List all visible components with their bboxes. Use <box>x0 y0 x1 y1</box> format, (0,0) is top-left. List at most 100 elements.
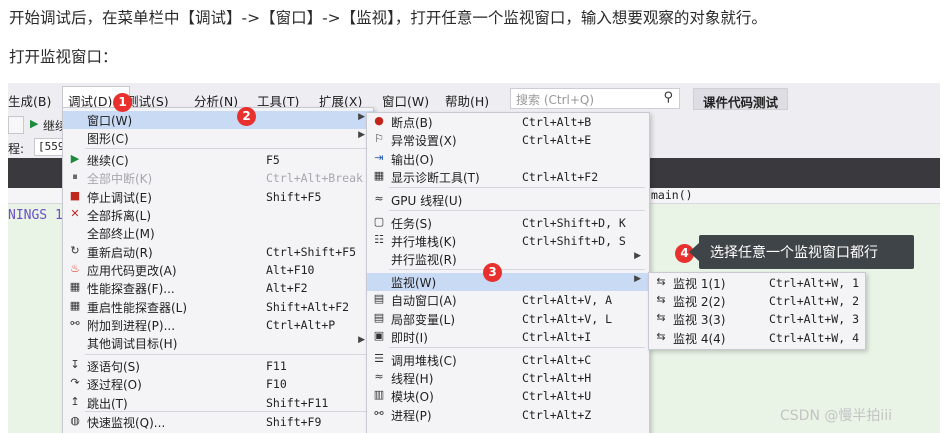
debug-menu-item[interactable]: ■ 停止调试(E) Shift+F5 <box>63 188 373 206</box>
menu-item-icon: ↥ <box>70 395 80 408</box>
menu-item-shortcut: Ctrl+Alt+F2 <box>522 170 599 184</box>
debug-menu-item[interactable]: 图形(C) ▶ <box>63 129 373 147</box>
menu-item-label: 并行监视(R) <box>391 253 457 267</box>
course-code-test-button[interactable]: 课件代码测试 <box>693 88 788 110</box>
window-menu-item[interactable]: ▢ 任务(S) Ctrl+Shift+D, K <box>367 214 649 232</box>
menu-item-shortcut: Shift+F11 <box>266 396 329 410</box>
menu-item-label: 全部终止(M) <box>87 227 155 241</box>
watch-menu-item[interactable]: ⇆ 监视 3(3) Ctrl+Alt+W, 3 <box>649 310 865 328</box>
window-menu-item[interactable]: ≈ GPU 线程(U) <box>367 191 649 209</box>
menu-item-label: 性能探查器(F)... <box>87 282 175 296</box>
debug-menu-item[interactable]: ↷ 逐过程(O) F10 <box>63 375 373 393</box>
window-menu-item[interactable]: ▣ 即时(I) Ctrl+Alt+I <box>367 328 649 346</box>
debug-menu-item[interactable]: 全部终止(M) <box>63 224 373 242</box>
menu-item-shortcut: Ctrl+Shift+F5 <box>266 245 357 259</box>
menu-item-label: 图形(C) <box>87 132 129 146</box>
menu-item-shortcut: Ctrl+Shift+D, S <box>522 234 626 248</box>
callout-tip: 选择任意一个监视窗口都行 <box>699 235 914 269</box>
debug-menu-item[interactable]: ✕ 全部拆离(L) <box>63 206 373 224</box>
debug-menu-item[interactable]: ↻ 重新启动(R) Ctrl+Shift+F5 <box>63 243 373 261</box>
menu-item-icon: ⇆ <box>656 293 666 306</box>
step-badge-1: 1 <box>113 93 132 112</box>
menu-item-label: 跳出(T) <box>87 397 128 411</box>
debug-menu-item[interactable]: ▦ 重启性能探查器(L) Shift+Alt+F2 <box>63 298 373 316</box>
blank-icon <box>372 274 386 288</box>
menu-item-icon: ▦ <box>69 280 81 293</box>
menu-item-label: 显示诊断工具(T) <box>391 171 480 185</box>
menu-item-icon: ▥ <box>373 388 385 401</box>
menu-item-label: 全部中断(K) <box>87 172 153 186</box>
debug-menu-item[interactable]: ⏸ 全部中断(K) Ctrl+Alt+Break <box>63 169 373 187</box>
continue-icon[interactable]: ▶ <box>30 117 38 130</box>
menu-item-label: 局部变量(L) <box>391 313 456 327</box>
window-menu-item[interactable]: ⚐ 异常设置(X) Ctrl+Alt+E <box>367 131 649 149</box>
window-menu-item[interactable]: ▤ 局部变量(L) Ctrl+Alt+V, L <box>367 310 649 328</box>
menu-item-shortcut: Ctrl+Alt+Z <box>522 408 592 422</box>
toolbar-dropdown[interactable] <box>8 116 24 134</box>
window-menu-item[interactable]: ☰ 调用堆栈(C) Ctrl+Alt+C <box>367 351 649 369</box>
submenu-arrow-icon: ▶ <box>358 112 365 122</box>
debug-menu-item[interactable]: ⚯ 附加到进程(P)... Ctrl+Alt+P <box>63 316 373 334</box>
window-submenu: ● 断点(B) Ctrl+Alt+B ⚐ 异常设置(X) Ctrl+Alt+E ⇥ 输出(O)… <box>366 112 650 433</box>
debug-menu-item[interactable]: ♨ 应用代码更改(A) Alt+F10 <box>63 261 373 279</box>
window-menu-item[interactable]: ⇥ 输出(O) <box>367 150 649 168</box>
menu-item-label: 重启性能探查器(L) <box>87 301 188 315</box>
menu-item-icon: ▦ <box>69 299 81 312</box>
menu-item-shortcut: Shift+Alt+F2 <box>266 300 350 314</box>
menu-item-icon: ⚐ <box>374 132 384 145</box>
debug-menu: 窗口(W) ▶ 图形(C) ▶ ▶ 继续(C) F5 ⏸ 全部中断(K) Ctrl+Alt+Bre… <box>62 107 374 433</box>
menu-separator <box>389 347 645 348</box>
menu-item-icon: ↷ <box>70 376 80 389</box>
submenu-arrow-icon: ▶ <box>358 130 365 140</box>
menu-item-label: 即时(I) <box>391 331 428 345</box>
menu-item-shortcut: Ctrl+Alt+V, A <box>522 293 613 307</box>
debug-menu-item[interactable]: 其他调试目标(H) ▶ <box>63 334 373 352</box>
menu-item-shortcut: Alt+F2 <box>266 281 308 295</box>
menu-item-icon: ▤ <box>373 311 385 324</box>
menu-item-icon: ↧ <box>70 358 80 371</box>
window-menu-item[interactable]: ▦ 显示诊断工具(T) Ctrl+Alt+F2 <box>367 168 649 186</box>
menu-item-label: 并行堆栈(K) <box>391 235 457 249</box>
search-placeholder: 搜索 (Ctrl+Q) <box>516 93 595 107</box>
window-menu-item[interactable]: ⚯ 进程(P) Ctrl+Alt+Z <box>367 406 649 424</box>
watch-menu-item[interactable]: ⇆ 监视 4(4) Ctrl+Alt+W, 4 <box>649 329 865 347</box>
window-menu-item[interactable]: 并行监视(R) ▶ <box>367 250 649 268</box>
debug-menu-item[interactable]: ↥ 跳出(T) Shift+F11 <box>63 394 373 412</box>
code-fragment: NINGS 1 <box>8 208 63 223</box>
menu-build[interactable]: 生成(B) <box>8 91 51 110</box>
window-menu-item[interactable]: 监视(W) ▶ <box>367 273 649 291</box>
debug-menu-item[interactable]: ▦ 性能探查器(F)... Alt+F2 <box>63 279 373 297</box>
menu-item-icon: ♨ <box>70 262 80 275</box>
window-menu-item[interactable]: ● 断点(B) Ctrl+Alt+B <box>367 113 649 131</box>
window-menu-item[interactable]: ≈ 线程(H) Ctrl+Alt+H <box>367 369 649 387</box>
menu-item-icon: ≈ <box>374 192 384 205</box>
menu-item-label: 进程(P) <box>391 409 432 423</box>
menu-item-label: 停止调试(E) <box>87 191 152 205</box>
watch-menu-item[interactable]: ⇆ 监视 1(1) Ctrl+Alt+W, 1 <box>649 274 865 292</box>
menu-item-label: 其他调试目标(H) <box>87 337 178 351</box>
menu-item-shortcut: Ctrl+Alt+H <box>522 371 592 385</box>
debug-menu-item[interactable]: ▶ 继续(C) F5 <box>63 151 373 169</box>
window-menu-item[interactable]: ▤ 自动窗口(A) Ctrl+Alt+V, A <box>367 291 649 309</box>
menu-item-icon: ● <box>374 114 384 127</box>
menu-item-icon: ✕ <box>70 207 80 220</box>
menu-item-shortcut: Ctrl+Alt+Break <box>266 171 363 185</box>
subheading: 打开监视窗口： <box>9 48 118 66</box>
window-menu-item[interactable]: ▥ 模块(O) Ctrl+Alt+U <box>367 387 649 405</box>
menu-separator <box>389 187 645 188</box>
intro-text: 开始调试后，在菜单栏中【调试】->【窗口】->【监视】，打开任意一个监视窗口，输… <box>9 9 767 27</box>
function-dropdown[interactable]: main() <box>651 188 693 202</box>
debug-menu-item[interactable]: ↧ 逐语句(S) F11 <box>63 357 373 375</box>
menu-help[interactable]: 帮助(H) <box>445 91 489 110</box>
menu-item-shortcut: Ctrl+Alt+P <box>266 318 336 332</box>
menu-item-shortcut: Ctrl+Alt+W, 3 <box>769 312 860 326</box>
menu-item-label: 继续(C) <box>87 154 129 168</box>
watch-menu-item[interactable]: ⇆ 监视 2(2) Ctrl+Alt+W, 2 <box>649 292 865 310</box>
menu-item-label: GPU 线程(U) <box>391 194 463 208</box>
debug-menu-item[interactable]: 窗口(W) ▶ <box>63 111 373 129</box>
search-input[interactable]: 搜索 (Ctrl+Q) ⚲ <box>510 88 680 109</box>
menu-item-shortcut: F10 <box>266 377 287 391</box>
menu-window[interactable]: 窗口(W) <box>382 91 429 110</box>
window-menu-item[interactable]: ☷ 并行堆栈(K) Ctrl+Shift+D, S <box>367 232 649 250</box>
debug-menu-item[interactable]: ◍ 快速监视(Q)... Shift+F9 <box>63 413 373 431</box>
